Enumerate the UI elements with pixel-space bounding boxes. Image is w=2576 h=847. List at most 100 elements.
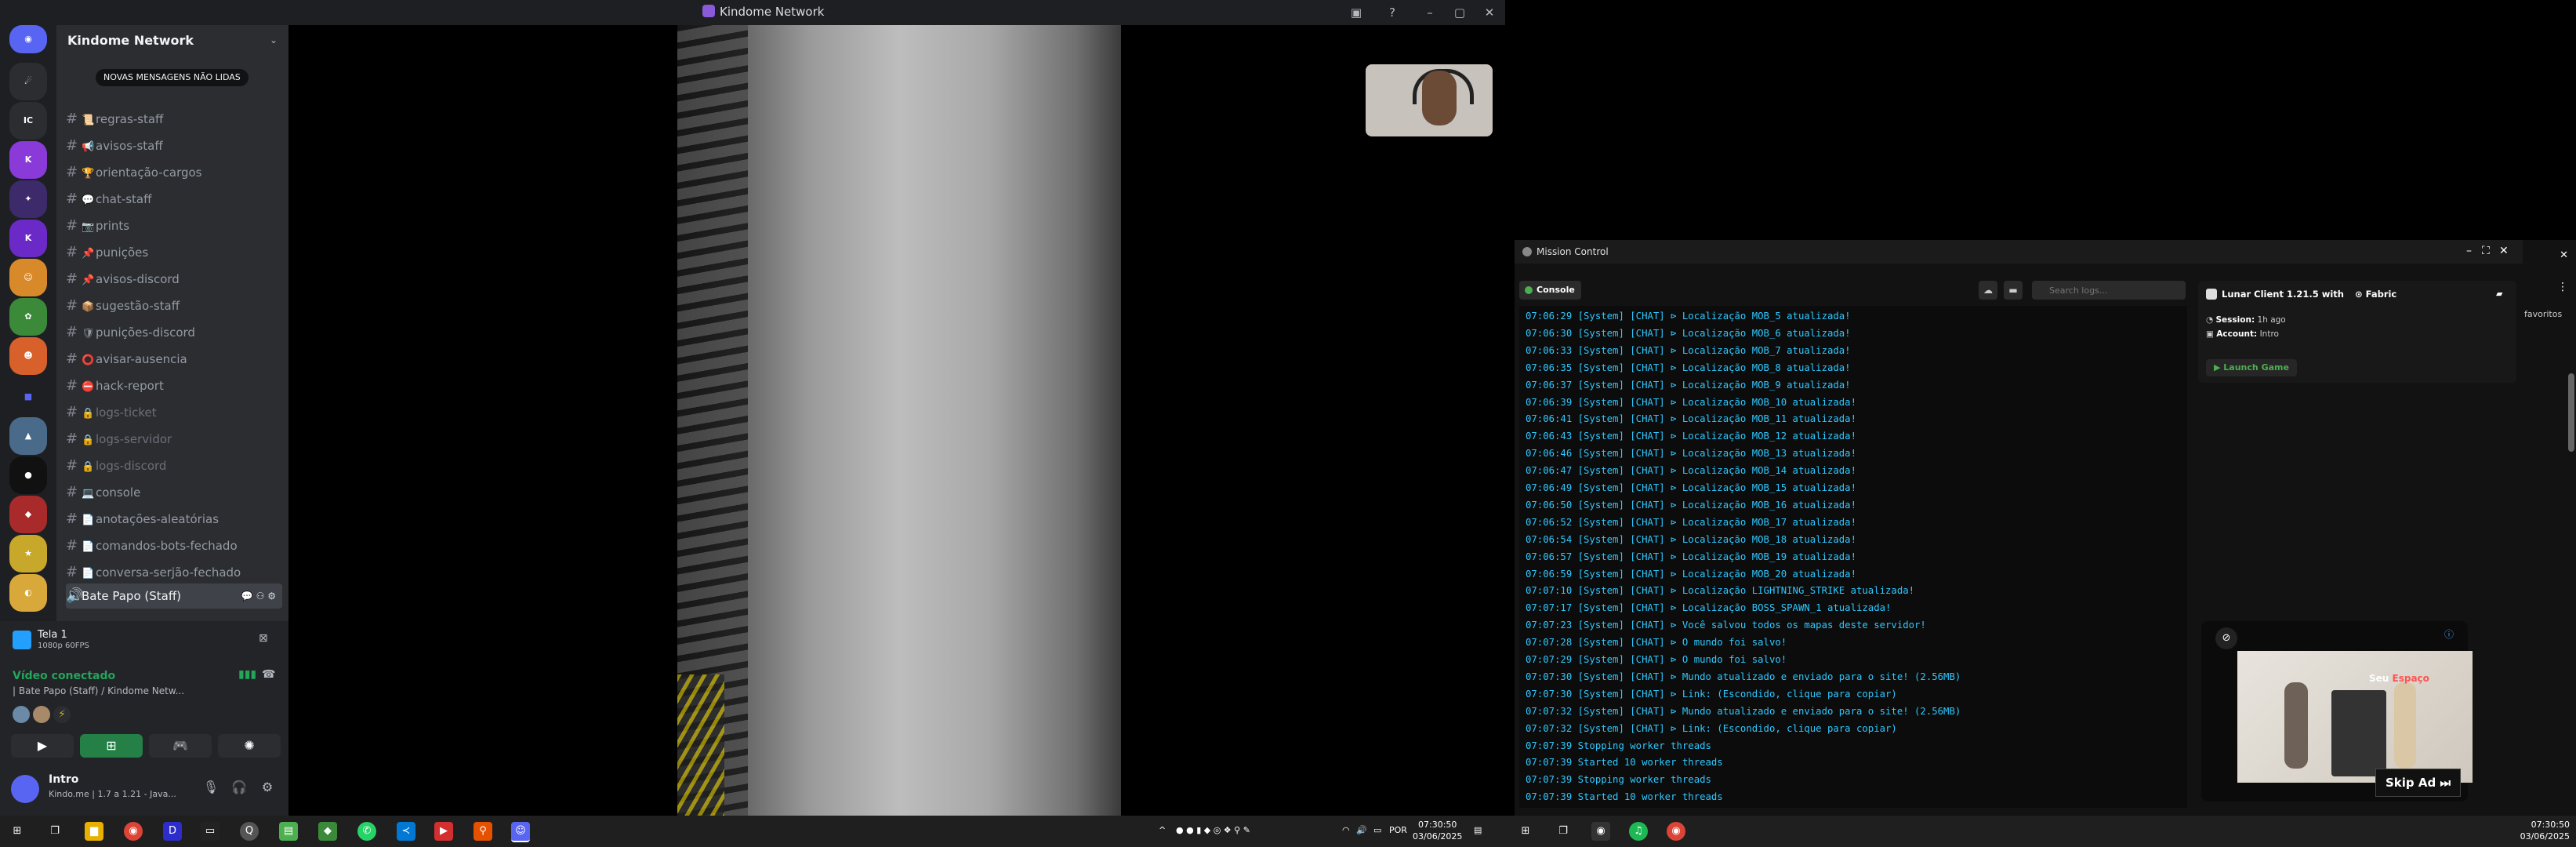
webcam-pip[interactable]: [1366, 64, 1493, 136]
channel-item[interactable]: # 📌 avisos-discord: [66, 267, 282, 292]
avatar[interactable]: [13, 706, 30, 723]
windows-start-icon[interactable]: ⊞: [1516, 822, 1535, 841]
maximize-button[interactable]: ⛶: [2482, 245, 2490, 257]
activity-icon[interactable]: ⚡: [53, 706, 71, 723]
channel-item[interactable]: # 📢 avisos-staff: [66, 133, 282, 158]
more-icon[interactable]: ⋮: [2557, 281, 2568, 293]
channel-item[interactable]: # 📄 anotações-aleatórias: [66, 507, 282, 532]
channel-item[interactable]: # 📦 sugestão-staff: [66, 293, 282, 318]
channel-item[interactable]: # 🏆 orientação-cargos: [66, 160, 282, 185]
voice-channel-controls[interactable]: 💬 ⚇ ⚙: [241, 583, 276, 609]
notification-icon[interactable]: ▤: [1474, 825, 1482, 835]
help-icon[interactable]: ?: [1383, 3, 1402, 22]
screenshare-button[interactable]: ⊞: [80, 734, 143, 758]
voice-channel-path[interactable]: | Bate Papo (Staff) / Kindome Netw...: [13, 685, 184, 696]
server-icon-4[interactable]: ✦: [9, 180, 47, 218]
new-messages-pill[interactable]: NOVAS MENSAGENS NÃO LIDAS: [96, 69, 249, 86]
task-view-icon[interactable]: ❐: [1554, 822, 1573, 841]
search-logs-input[interactable]: [2032, 281, 2186, 300]
mission-control-taskbar-icon[interactable]: ◉: [1591, 822, 1610, 841]
mute-icon[interactable]: ⊘: [2215, 627, 2237, 649]
server-icon-9[interactable]: ▲: [9, 417, 47, 455]
channel-item[interactable]: # 🛡punições-discord: [66, 320, 282, 345]
minimize-button[interactable]: –: [1420, 3, 1439, 22]
activities-button[interactable]: 🎮: [149, 734, 212, 758]
channel-item[interactable]: # ⛔ hack-report: [66, 373, 282, 398]
skip-ad-button[interactable]: Skip Ad ⏭: [2375, 769, 2461, 797]
upload-icon[interactable]: ☁: [1979, 281, 1997, 300]
folder-icon[interactable]: ▰: [2496, 289, 2509, 301]
chrome-icon[interactable]: ◉: [1667, 822, 1685, 841]
app-icon-red[interactable]: ▶: [434, 822, 453, 841]
wifi-icon[interactable]: ◠: [1342, 825, 1350, 835]
server-icon-8[interactable]: ☻: [9, 337, 47, 375]
channel-item[interactable]: # 📷 prints: [66, 213, 282, 238]
tray-icons[interactable]: ● ● ▮ ◆ ◎ ❖ ⚲ ✎: [1176, 825, 1254, 835]
soundboard-button[interactable]: ✺: [218, 734, 281, 758]
channel-item[interactable]: # 📄 comandos-bots-fechado: [66, 533, 282, 558]
info-icon[interactable]: ⓘ: [2444, 627, 2454, 641]
microphone-icon[interactable]: 🎙: [202, 780, 220, 797]
channel-item[interactable]: # 📜 regras-staff: [66, 107, 282, 132]
server-icon-kindome[interactable]: K: [9, 141, 47, 179]
channel-item[interactable]: # ⭕ avisar-ausencia: [66, 347, 282, 372]
close-button[interactable]: ✕: [1480, 3, 1499, 22]
server-icon-11[interactable]: ◆: [9, 496, 47, 533]
signal-icon[interactable]: ▮▮▮: [238, 668, 257, 684]
server-icon-5[interactable]: K: [9, 220, 47, 257]
channel-item[interactable]: # 💬 chat-staff: [66, 187, 282, 212]
launch-game-button[interactable]: ▶ Launch Game: [2206, 359, 2297, 376]
app-icon-d[interactable]: D: [163, 822, 182, 841]
user-name[interactable]: Intro: [49, 773, 78, 786]
chevron-up-icon[interactable]: ^: [1159, 825, 1166, 835]
screenshare-card[interactable]: Tela 1 1080p 60FPS ⊠: [6, 626, 282, 654]
server-icon-6[interactable]: ☺: [9, 259, 47, 296]
avatar[interactable]: [11, 775, 39, 803]
inbox-icon[interactable]: ▣: [1347, 3, 1366, 22]
channel-item[interactable]: # 🔒 logs-servidor: [66, 427, 282, 452]
scrollbar[interactable]: [2568, 373, 2574, 452]
folder-icon[interactable]: ■: [9, 378, 47, 416]
user-status[interactable]: Kindo.me | 1.7 a 1.21 - Java...: [49, 789, 176, 799]
guild-name[interactable]: Kindome Network: [67, 33, 194, 48]
search-app-icon[interactable]: ⚲: [473, 822, 492, 841]
task-view-icon[interactable]: ❐: [45, 822, 64, 841]
server-icon-12[interactable]: ★: [9, 535, 47, 573]
avatar[interactable]: [33, 706, 50, 723]
server-icon-7[interactable]: ✿: [9, 298, 47, 336]
close-button[interactable]: ✕: [2499, 245, 2509, 257]
minecraft-icon[interactable]: ◆: [318, 822, 337, 841]
server-icon-10[interactable]: ●: [9, 456, 47, 494]
voice-channel-active[interactable]: 🔊Bate Papo (Staff) 💬 ⚇ ⚙: [66, 583, 282, 609]
chrome-icon[interactable]: ◉: [124, 822, 143, 841]
volume-icon[interactable]: 🔊: [1356, 825, 1367, 835]
terminal-icon[interactable]: ▭: [201, 822, 220, 841]
channel-item[interactable]: # 📌 punições: [66, 240, 282, 265]
disconnect-icon[interactable]: ☎: [262, 668, 281, 684]
server-icon-1[interactable]: ☄: [9, 63, 47, 100]
stream-video[interactable]: [677, 25, 1121, 816]
windows-start-icon[interactable]: ⊞: [8, 822, 27, 841]
tab-console[interactable]: Console: [1519, 281, 1581, 300]
server-icon-2[interactable]: IC: [9, 102, 47, 140]
channel-item[interactable]: # 💻 console: [66, 480, 282, 505]
stop-stream-icon[interactable]: ⊠: [259, 632, 276, 648]
clock[interactable]: 07:30:50 03/06/2025: [2520, 819, 2570, 842]
channel-item[interactable]: # 📄 conversa-serjão-fechado: [66, 560, 282, 585]
vscode-icon[interactable]: ≺: [397, 822, 415, 841]
whatsapp-icon[interactable]: ✆: [357, 822, 376, 841]
close-icon[interactable]: ✕: [2560, 249, 2568, 261]
server-icon-13[interactable]: ◐: [9, 574, 47, 612]
gear-icon[interactable]: ⚙: [259, 780, 276, 797]
direct-messages-icon[interactable]: ◉: [9, 25, 47, 53]
console-log[interactable]: 07:06:29 [System] [CHAT] ⊳ Localização M…: [1519, 306, 2187, 808]
spotify-icon[interactable]: ♫: [1629, 822, 1648, 841]
folder-icon[interactable]: ▬: [2004, 281, 2023, 300]
maximize-button[interactable]: ▢: [1450, 3, 1469, 22]
app-icon-q[interactable]: Q: [240, 822, 259, 841]
battery-icon[interactable]: ▭: [1373, 825, 1381, 835]
minimize-button[interactable]: –: [2466, 245, 2472, 257]
clock[interactable]: 07:30:50 03/06/2025: [1413, 819, 1462, 842]
chevron-down-icon[interactable]: ⌄: [270, 35, 278, 45]
headphones-icon[interactable]: 🎧: [230, 780, 248, 797]
